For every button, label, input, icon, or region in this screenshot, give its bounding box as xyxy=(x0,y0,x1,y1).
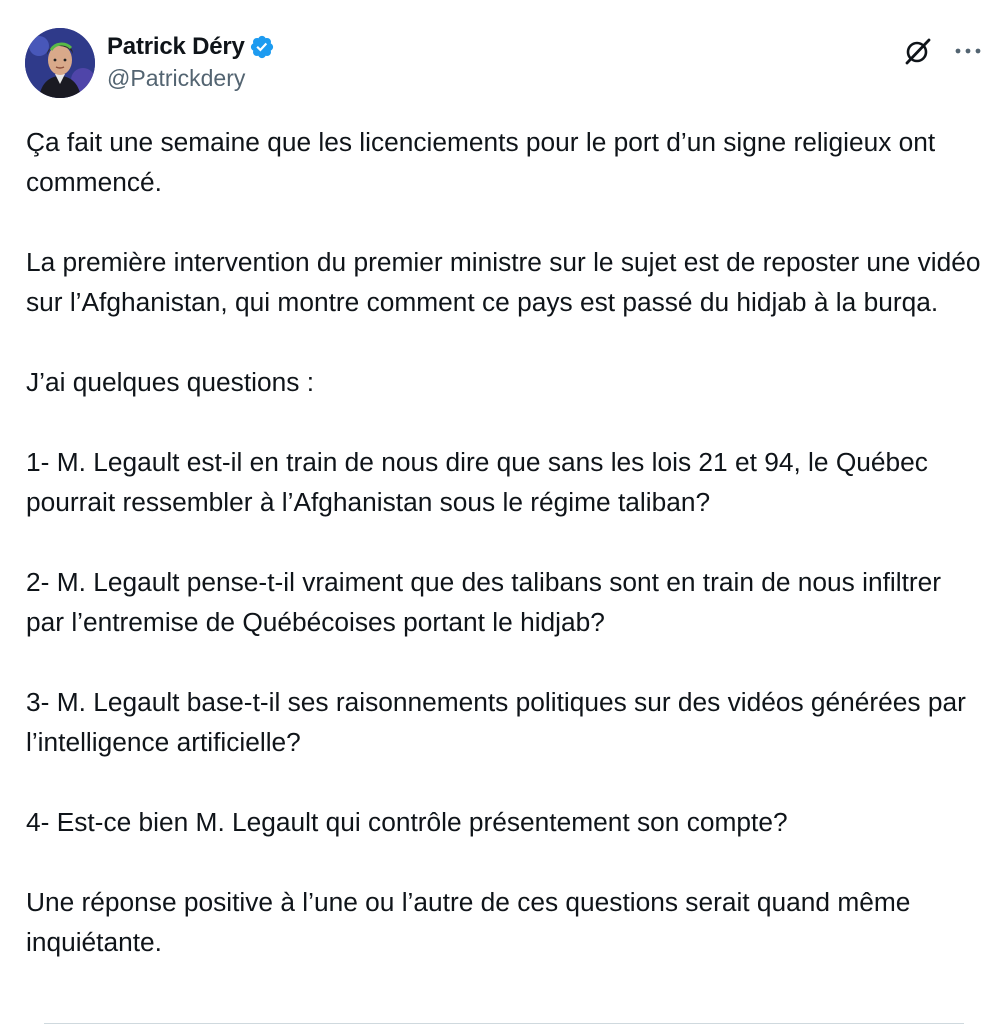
tweet-paragraph: Une réponse positive à l’une ou l’autre … xyxy=(26,887,911,957)
tweet-top-actions xyxy=(900,33,986,69)
tweet: Patrick Déry @Patrickdery Ça fait une se… xyxy=(0,0,1008,1024)
author-block: Patrick Déry @Patrickdery xyxy=(107,30,275,92)
tweet-text: Ça fait une semaine que les licenciement… xyxy=(26,122,986,962)
tweet-paragraph: 4- Est-ce bien M. Legault qui contrôle p… xyxy=(26,807,788,837)
verified-badge-icon[interactable] xyxy=(249,34,275,60)
grok-icon[interactable] xyxy=(900,33,936,69)
tweet-paragraph: 2- M. Legault pense-t-il vraiment que de… xyxy=(26,567,942,637)
more-options-icon[interactable] xyxy=(950,33,986,69)
tweet-paragraph: J’ai quelques questions : xyxy=(26,367,314,397)
tweet-paragraph: Ça fait une semaine que les licenciement… xyxy=(26,127,936,197)
tweet-paragraph: 3- M. Legault base-t-il ses raisonnement… xyxy=(26,687,966,757)
author-display-name[interactable]: Patrick Déry xyxy=(107,33,245,61)
author-handle[interactable]: @Patrickdery xyxy=(107,65,275,92)
avatar[interactable] xyxy=(25,28,95,98)
tweet-paragraph: La première intervention du premier mini… xyxy=(26,247,981,317)
tweet-paragraph: 1- M. Legault est-il en train de nous di… xyxy=(26,447,928,517)
avatar-image xyxy=(25,28,95,98)
author-name-row: Patrick Déry xyxy=(107,30,275,64)
